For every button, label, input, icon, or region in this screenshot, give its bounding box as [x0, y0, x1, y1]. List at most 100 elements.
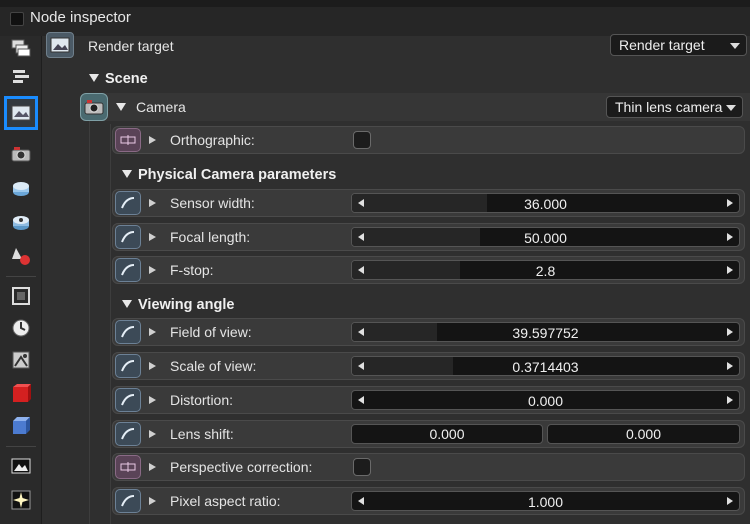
viewing-angle-section-header[interactable]: Viewing angle [122, 297, 234, 313]
expand-triangle-icon[interactable] [149, 463, 156, 471]
float-pin-icon [115, 191, 141, 215]
distortion-label: Distortion: [170, 392, 234, 408]
render-target-dropdown-value: Render target [619, 37, 705, 53]
toolbar-divider [6, 446, 36, 447]
focal-length-row: Focal length: 50.000 [112, 223, 745, 251]
sensor-width-slider[interactable]: 36.000 [351, 193, 740, 213]
image-tool-icon[interactable] [9, 454, 33, 478]
collapse-triangle-icon [89, 74, 99, 82]
float-pin-icon [115, 354, 141, 378]
bool-pin-icon [115, 128, 141, 152]
expand-triangle-icon[interactable] [149, 362, 156, 370]
chevron-down-icon [726, 105, 736, 111]
orthographic-row: Orthographic: [112, 126, 745, 154]
float-pin-icon [115, 225, 141, 249]
scale-of-view-value: 0.3714403 [512, 359, 579, 375]
window-title: Node inspector [30, 9, 131, 26]
camera-node-icon [80, 93, 108, 121]
sensor-width-value: 36.000 [524, 196, 567, 212]
sensor-width-label: Sensor width: [170, 195, 255, 211]
orthographic-label: Orthographic: [170, 132, 255, 148]
pixel-aspect-ratio-slider[interactable]: 1.000 [351, 491, 740, 511]
increment-arrow-icon[interactable] [727, 199, 733, 207]
perspective-correction-row: Perspective correction: [112, 453, 745, 481]
bool-pin-icon [115, 455, 141, 479]
expand-triangle-icon[interactable] [149, 430, 156, 438]
increment-arrow-icon[interactable] [727, 266, 733, 274]
field-of-view-value: 39.597752 [512, 325, 579, 341]
expand-triangle-icon[interactable] [149, 266, 156, 274]
scale-of-view-row: Scale of view: 0.3714403 [112, 352, 745, 380]
expand-triangle-icon[interactable] [149, 328, 156, 336]
expand-triangle-icon[interactable] [149, 233, 156, 241]
environment-tool-icon[interactable] [9, 176, 33, 200]
render-target-dropdown[interactable]: Render target [610, 34, 747, 56]
camera-collapse-triangle-icon[interactable] [116, 103, 126, 111]
lens-shift-x-field[interactable]: 0.000 [351, 424, 543, 444]
float-pin-icon [115, 489, 141, 513]
node-inspector-tool-icon[interactable] [9, 36, 33, 60]
scale-of-view-slider[interactable]: 0.3714403 [351, 356, 740, 376]
tree-guide-line [110, 124, 111, 524]
f-stop-label: F-stop: [170, 262, 214, 278]
lens-shift-y-field[interactable]: 0.000 [547, 424, 740, 444]
distortion-slider[interactable]: 0.000 [351, 390, 740, 410]
toolbar-divider [6, 276, 36, 277]
lens-shift-label: Lens shift: [170, 426, 234, 442]
distortion-row: Distortion: 0.000 [112, 386, 745, 414]
distortion-value: 0.000 [527, 393, 564, 409]
pixel-aspect-ratio-value: 1.000 [527, 494, 564, 510]
post-processing-tool-icon[interactable] [9, 348, 33, 372]
pixel-aspect-ratio-label: Pixel aspect ratio: [170, 493, 281, 509]
visible-environment-tool-icon[interactable] [9, 210, 33, 234]
animation-tool-icon[interactable] [9, 316, 33, 340]
scale-of-view-label: Scale of view: [170, 358, 257, 374]
collapse-triangle-icon [122, 170, 132, 178]
perspective-correction-checkbox[interactable] [353, 458, 371, 476]
scene-heading: Scene [105, 71, 148, 87]
physical-camera-heading: Physical Camera parameters [138, 167, 337, 183]
camera-tool-icon[interactable] [9, 142, 33, 166]
viewing-angle-heading: Viewing angle [138, 297, 235, 313]
perspective-correction-label: Perspective correction: [170, 459, 313, 475]
float-pin-icon [115, 258, 141, 282]
expand-triangle-icon[interactable] [149, 136, 156, 144]
panel-checkbox[interactable] [10, 12, 24, 26]
sensor-width-row: Sensor width: 36.000 [112, 189, 745, 217]
film-settings-tool-icon[interactable] [9, 284, 33, 308]
camera-row: Camera Thin lens camera [80, 93, 750, 121]
graph-tool-icon[interactable] [9, 64, 33, 88]
mesh-tool-icon[interactable] [9, 414, 33, 438]
pixel-aspect-ratio-row: Pixel aspect ratio: 1.000 [112, 487, 745, 515]
expand-triangle-icon[interactable] [149, 497, 156, 505]
increment-arrow-icon[interactable] [727, 328, 733, 336]
collapse-triangle-icon [122, 300, 132, 308]
focal-length-slider[interactable]: 50.000 [351, 227, 740, 247]
f-stop-slider[interactable]: 2.8 [351, 260, 740, 280]
float-pin-icon [115, 320, 141, 344]
kernel-tool-icon[interactable] [9, 244, 33, 268]
render-target-tool-icon[interactable] [4, 96, 38, 130]
title-bar: Node inspector [0, 0, 750, 36]
tree-guide-line [89, 94, 90, 524]
f-stop-row: F-stop: 2.8 [112, 256, 745, 284]
field-of-view-slider[interactable]: 39.597752 [351, 322, 740, 342]
inspector-panel: Render target Render target Scene Camera… [42, 32, 750, 524]
increment-arrow-icon[interactable] [727, 497, 733, 505]
physical-camera-section-header[interactable]: Physical Camera parameters [122, 167, 336, 183]
render-target-row: Render target Render target [42, 32, 750, 66]
scene-section-header[interactable]: Scene [89, 71, 148, 87]
increment-arrow-icon[interactable] [727, 233, 733, 241]
orthographic-checkbox[interactable] [353, 131, 371, 149]
increment-arrow-icon[interactable] [727, 396, 733, 404]
light-tool-icon[interactable] [9, 488, 33, 512]
geometry-tool-icon[interactable] [9, 382, 33, 406]
expand-triangle-icon[interactable] [149, 396, 156, 404]
left-toolbar [0, 36, 42, 524]
camera-type-value: Thin lens camera [615, 99, 723, 115]
increment-arrow-icon[interactable] [727, 362, 733, 370]
float-pin-icon [115, 388, 141, 412]
expand-triangle-icon[interactable] [149, 199, 156, 207]
camera-type-dropdown[interactable]: Thin lens camera [606, 96, 743, 118]
lens-shift-row: Lens shift: 0.000 0.000 [112, 420, 745, 448]
